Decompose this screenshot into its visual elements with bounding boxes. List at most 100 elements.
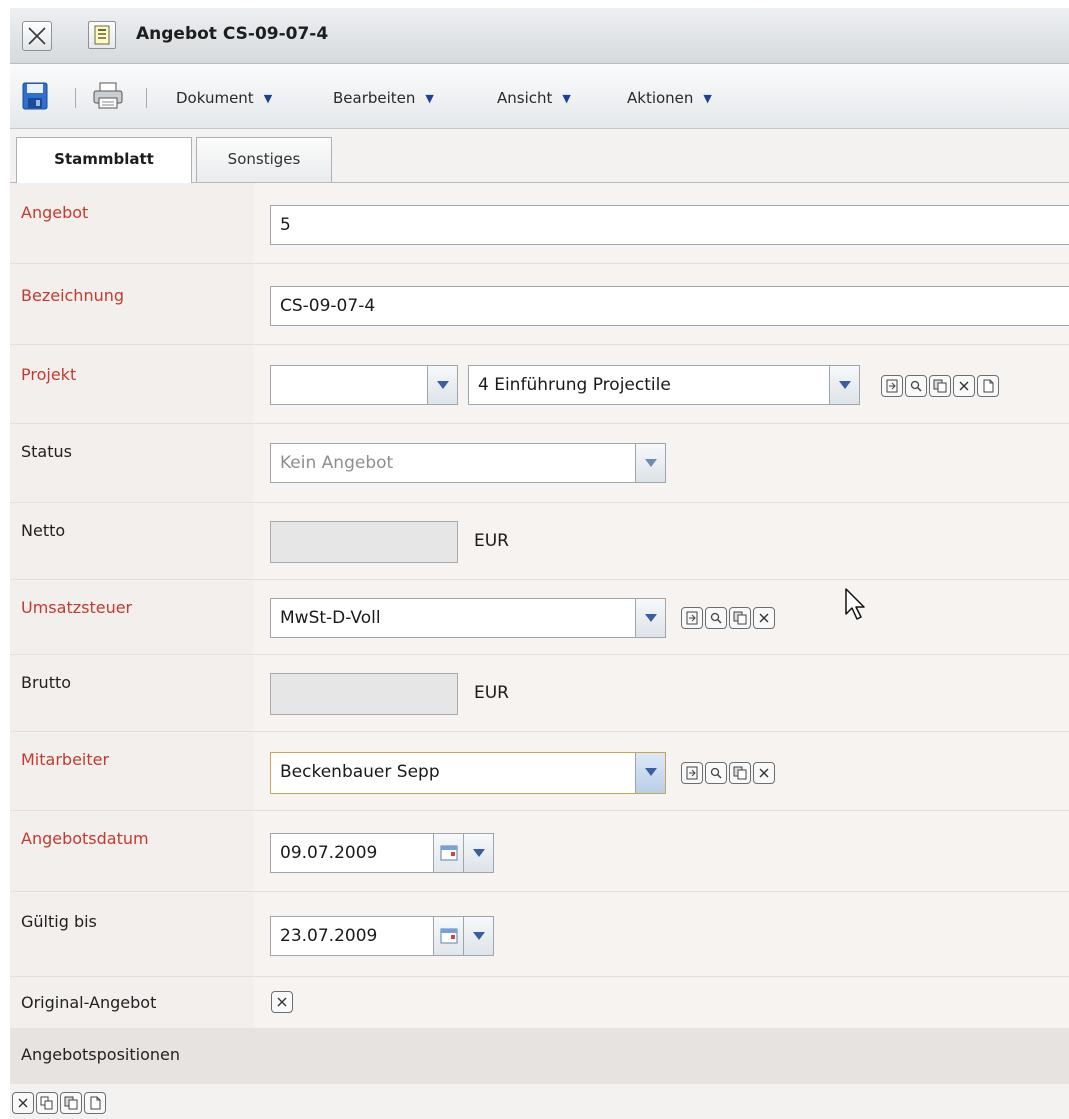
- original-angebot-label: Original-Angebot: [21, 993, 157, 1012]
- window-title: Angebot CS-09-07-4: [136, 24, 329, 44]
- form-row-mitarbeiter: Mitarbeiter Beckenbauer Sepp: [10, 732, 1069, 811]
- netto-label: Netto: [21, 521, 66, 540]
- calendar-button[interactable]: [433, 917, 463, 955]
- open-record-icon: [686, 766, 698, 780]
- mouse-cursor-icon: [845, 588, 865, 620]
- form-row-original-angebot: Original-Angebot: [10, 977, 1069, 1027]
- menu-bearbeiten-label: Bearbeiten: [333, 89, 416, 107]
- projekt-short-select[interactable]: [270, 365, 458, 405]
- menu-dokument-label: Dokument: [176, 89, 254, 107]
- copy-button[interactable]: [729, 607, 751, 629]
- form-row-projekt: Projekt 4 Einführung Projectile: [10, 345, 1069, 424]
- menu-aktionen[interactable]: Aktionen ▼: [627, 89, 712, 107]
- open-record-button[interactable]: [681, 762, 703, 784]
- status-label: Status: [21, 442, 72, 461]
- search-button[interactable]: [705, 762, 727, 784]
- search-button[interactable]: [905, 375, 927, 397]
- open-record-button[interactable]: [681, 607, 703, 629]
- search-icon: [710, 767, 722, 779]
- brutto-input: [270, 673, 458, 715]
- chevron-down-icon: [645, 459, 657, 467]
- mitarbeiter-select[interactable]: Beckenbauer Sepp: [270, 752, 666, 794]
- menu-ansicht-label: Ansicht: [497, 89, 553, 107]
- menu-dokument[interactable]: Dokument ▼: [176, 89, 272, 107]
- clear-button[interactable]: [953, 375, 975, 397]
- menu-aktionen-label: Aktionen: [627, 89, 694, 107]
- close-icon: [277, 997, 287, 1007]
- clear-button[interactable]: [753, 607, 775, 629]
- clear-button[interactable]: [753, 762, 775, 784]
- chevron-down-icon: [839, 381, 851, 389]
- dropdown-button[interactable]: [829, 366, 859, 404]
- new-document-icon: [983, 379, 994, 393]
- dropdown-button[interactable]: [427, 366, 457, 404]
- calendar-button[interactable]: [433, 834, 463, 872]
- copy-button[interactable]: [929, 375, 951, 397]
- gueltig-bis-value: 23.07.2009: [280, 926, 378, 946]
- copy-icon: [64, 1096, 78, 1110]
- search-icon: [710, 612, 722, 624]
- delete-position-button[interactable]: [12, 1092, 34, 1114]
- copy-icon: [933, 379, 947, 393]
- gueltig-bis-label: Gültig bis: [21, 912, 97, 931]
- copy-icon: [733, 611, 747, 625]
- form-row-netto: Netto EUR: [10, 503, 1069, 580]
- brutto-label: Brutto: [21, 673, 72, 692]
- dropdown-button[interactable]: [635, 753, 665, 793]
- projekt-label: Projekt: [21, 365, 77, 384]
- duplicate-position-button[interactable]: [36, 1092, 58, 1114]
- open-record-icon: [686, 611, 698, 625]
- copy-icon: [733, 766, 747, 780]
- form-row-gueltig-bis: Gültig bis 23.07.2009: [10, 892, 1069, 977]
- dropdown-button[interactable]: [463, 834, 493, 872]
- chevron-down-icon: ▼: [703, 92, 712, 105]
- umsatzsteuer-select[interactable]: MwSt-D-Voll: [270, 598, 666, 638]
- close-button[interactable]: [22, 21, 52, 51]
- new-position-button[interactable]: [84, 1092, 106, 1114]
- search-button[interactable]: [705, 607, 727, 629]
- toolbar: Dokument ▼ Bearbeiten ▼ Ansicht ▼ Aktionen ▼: [10, 64, 1069, 129]
- tab-bar: Stammblatt Sonstiges: [10, 129, 1069, 183]
- form-row-umsatzsteuer: Umsatzsteuer MwSt-D-Voll: [10, 580, 1069, 655]
- dropdown-button[interactable]: [463, 917, 493, 955]
- gueltig-bis-input[interactable]: 23.07.2009: [270, 916, 494, 956]
- close-icon: [759, 768, 769, 778]
- close-icon: [28, 27, 46, 45]
- chevron-down-icon: [473, 849, 485, 857]
- calendar-icon: [440, 845, 458, 861]
- new-document-button[interactable]: [977, 375, 999, 397]
- form-row-brutto: Brutto EUR: [10, 655, 1069, 732]
- menu-bearbeiten[interactable]: Bearbeiten ▼: [333, 89, 434, 107]
- dropdown-button[interactable]: [635, 444, 665, 482]
- title-bar: Angebot CS-09-07-4: [10, 8, 1069, 64]
- duplicate-icon: [40, 1096, 53, 1110]
- print-icon[interactable]: [92, 82, 124, 110]
- tab-stammblatt[interactable]: Stammblatt: [16, 137, 192, 183]
- angebotsdatum-value: 09.07.2009: [280, 843, 378, 863]
- clear-button[interactable]: [271, 991, 293, 1013]
- netto-input: [270, 521, 458, 563]
- angebotsdatum-label: Angebotsdatum: [21, 829, 149, 848]
- dropdown-button[interactable]: [635, 599, 665, 637]
- tab-sonstiges[interactable]: Sonstiges: [196, 137, 332, 182]
- toolbar-separator: [146, 88, 147, 108]
- copy-button[interactable]: [729, 762, 751, 784]
- brutto-unit: EUR: [474, 683, 509, 703]
- save-icon[interactable]: [22, 82, 48, 110]
- chevron-down-icon: [645, 768, 657, 776]
- bezeichnung-input[interactable]: CS-09-07-4: [270, 286, 1069, 326]
- section-title: Angebotspositionen: [21, 1045, 180, 1064]
- section-angebotspositionen: Angebotspositionen: [10, 1028, 1069, 1084]
- projekt-select[interactable]: 4 Einführung Projectile: [468, 365, 860, 405]
- close-icon: [959, 381, 969, 391]
- chevron-down-icon: ▼: [425, 92, 434, 105]
- angebot-input[interactable]: 5: [270, 205, 1069, 245]
- status-select[interactable]: Kein Angebot: [270, 443, 666, 483]
- menu-ansicht[interactable]: Ansicht ▼: [497, 89, 571, 107]
- close-icon: [18, 1098, 28, 1108]
- form-row-angebotsdatum: Angebotsdatum 09.07.2009: [10, 811, 1069, 892]
- open-record-button[interactable]: [881, 375, 903, 397]
- angebotsdatum-input[interactable]: 09.07.2009: [270, 833, 494, 873]
- copy-position-button[interactable]: [60, 1092, 82, 1114]
- open-record-icon: [886, 379, 898, 393]
